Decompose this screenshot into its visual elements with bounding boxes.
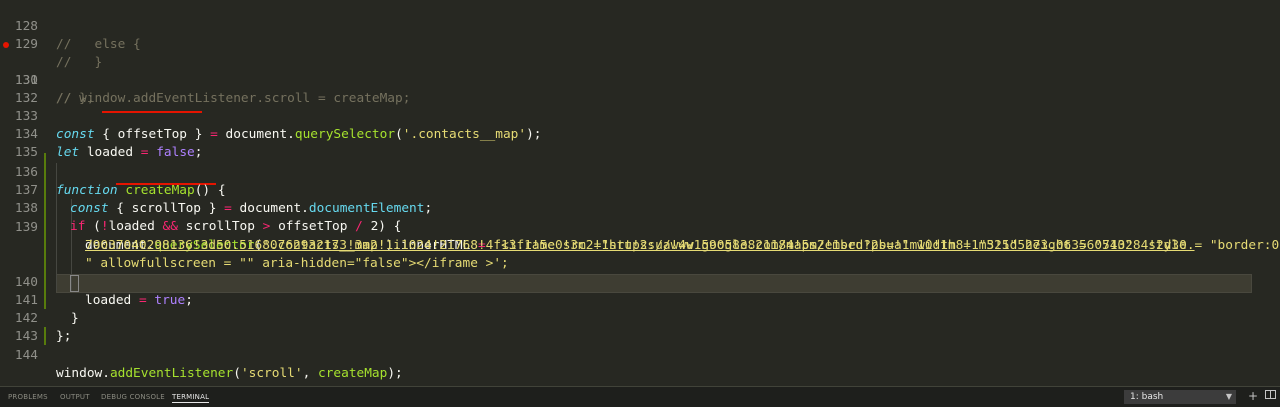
- code-line-139-wrap-1: 79037040298136!3d50.51680762932173!3m2!1…: [0, 219, 1280, 253]
- code-line-139: 139 document.querySelector('.contacts__m…: [0, 201, 1280, 253]
- code-editor[interactable]: 128 // else { 129 // } 130 // }; 131 // …: [0, 0, 1280, 386]
- code-line-129: 129 // }: [0, 18, 1280, 70]
- code-line-139-wrap-2: " allowfullscreen = "" aria-hidden="fals…: [0, 237, 1280, 271]
- plus-icon[interactable]: +: [1248, 389, 1258, 403]
- tab-debug-console[interactable]: DEBUG CONSOLE: [101, 393, 165, 401]
- code-line-136: 136 function createMap() {: [0, 146, 1280, 198]
- code-line-135: 135: [0, 126, 1280, 160]
- split-terminal-icon[interactable]: [1265, 389, 1276, 403]
- tab-problems[interactable]: PROBLEMS: [8, 393, 48, 401]
- bottom-panel-tabs: PROBLEMS OUTPUT DEBUG CONSOLE TERMINAL 1…: [0, 386, 1280, 407]
- code-line-131: 131 // window.addEventListener.scroll = …: [0, 54, 1280, 106]
- code-line-133: 133 const { offsetTop } = document.query…: [0, 90, 1280, 142]
- tab-output[interactable]: OUTPUT: [60, 393, 90, 401]
- tab-terminal[interactable]: TERMINAL: [172, 393, 210, 403]
- code-line-143: 143: [0, 310, 1280, 344]
- code-line-142: 142 };: [0, 292, 1280, 344]
- code-line-138: 138 if (!loaded && scrollTop > offsetTop…: [0, 182, 1280, 234]
- code-line-130: 130 // };: [0, 36, 1280, 106]
- line-content: window.addEventListener('scroll', create…: [56, 366, 403, 381]
- code-line-140: 140 loaded = true;: [0, 256, 1280, 308]
- chevron-down-icon: ▼: [1225, 392, 1232, 401]
- code-line-144: 144 window.addEventListener('scroll', cr…: [0, 329, 1280, 381]
- code-line-141: 141 }: [0, 274, 1280, 326]
- code-line-132: 132: [0, 72, 1280, 106]
- line-number: 144: [14, 348, 38, 363]
- breakpoint-icon[interactable]: [3, 42, 9, 48]
- code-line-134: 134 let loaded = false;: [0, 108, 1280, 160]
- code-line-128: 128 // else {: [0, 0, 1280, 52]
- terminal-select[interactable]: 1: bash ▼: [1124, 390, 1236, 404]
- terminal-select-value: 1: bash: [1130, 392, 1164, 402]
- code-line-137: 137 const { scrollTop } = document.docum…: [0, 164, 1280, 216]
